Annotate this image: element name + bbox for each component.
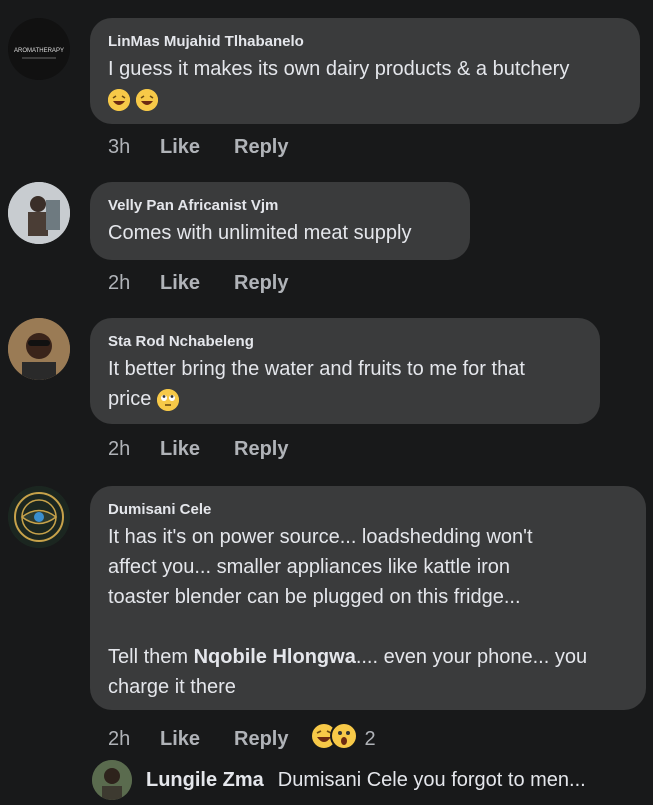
comment-text-line: I guess it makes its own dairy products … (108, 58, 570, 80)
mention-suffix: .... even your phone... you (355, 646, 588, 668)
comment-time[interactable]: 2h (108, 272, 160, 295)
comment-author[interactable]: LinMas Mujahid Tlhabanelo (108, 32, 622, 52)
comment-actions: 2h Like Reply (108, 438, 288, 461)
reply-button[interactable]: Reply (234, 272, 288, 295)
comment-text-line: affect you... smaller appliances like ka… (108, 556, 511, 578)
comment-time[interactable]: 2h (108, 728, 160, 751)
comment-bubble: Dumisani Cele It has it's on power sourc… (90, 486, 646, 710)
mention-link[interactable]: Nqobile Hlongwa (194, 646, 356, 668)
reply-preview[interactable]: Lungile Zma Dumisani Cele you forgot to … (92, 760, 586, 800)
comment-text-line: It better bring the water and fruits to … (108, 358, 525, 380)
reply-button[interactable]: Reply (234, 728, 288, 751)
reply-author[interactable]: Lungile Zma (146, 769, 264, 792)
comment-time[interactable]: 2h (108, 438, 160, 461)
aromatherapy-logo-icon: AROMATHERAPY (8, 18, 70, 80)
comment-author[interactable]: Sta Rod Nchabeleng (108, 332, 582, 352)
avatar-logo-text: AROMATHERAPY (14, 48, 64, 54)
laughing-face-icon (108, 88, 130, 111)
avatar[interactable] (92, 760, 132, 800)
avatar-photo (8, 318, 70, 380)
comment-text-line: It has it's on power source... loadshedd… (108, 526, 533, 548)
comment-bubble: Velly Pan Africanist Vjm Comes with unli… (90, 182, 470, 260)
comment-text: It better bring the water and fruits to … (108, 354, 582, 414)
like-button[interactable]: Like (160, 272, 234, 295)
avatar[interactable] (8, 182, 70, 244)
comment-bubble: LinMas Mujahid Tlhabanelo I guess it mak… (90, 18, 640, 124)
comment-text-line: charge it there (108, 676, 236, 698)
wow-face-icon (330, 722, 359, 756)
comment-actions: 2h Like Reply 2 (108, 722, 376, 756)
comment-time[interactable]: 3h (108, 136, 160, 159)
reply-button[interactable]: Reply (234, 136, 288, 159)
comment-text-line: price (108, 388, 152, 410)
avatar-photo (92, 760, 132, 800)
like-button[interactable]: Like (160, 136, 234, 159)
comment-author[interactable]: Velly Pan Africanist Vjm (108, 196, 452, 216)
like-button[interactable]: Like (160, 728, 234, 751)
avatar[interactable]: AROMATHERAPY (8, 18, 70, 80)
comment-author[interactable]: Dumisani Cele (108, 500, 628, 520)
comment-bubble: Sta Rod Nchabeleng It better bring the w… (90, 318, 600, 424)
avatar-photo (8, 182, 70, 244)
comment-text: Comes with unlimited meat supply (108, 222, 412, 244)
mention-prefix: Tell them (108, 646, 194, 668)
laughing-face-icon (135, 88, 158, 111)
comment-text: It has it's on power source... loadshedd… (108, 522, 628, 702)
avatar[interactable] (8, 486, 70, 548)
avatar[interactable] (8, 318, 70, 380)
reaction-summary[interactable]: 2 (310, 722, 376, 756)
comment-text-line: toaster blender can be plugged on this f… (108, 586, 521, 608)
reply-text: Dumisani Cele you forgot to men... (277, 768, 586, 791)
eye-emblem-icon (8, 486, 70, 548)
comment-actions: 2h Like Reply (108, 272, 288, 295)
eye-roll-face-icon (156, 388, 179, 411)
reaction-count: 2 (364, 727, 376, 750)
reply-button[interactable]: Reply (234, 438, 288, 461)
comment-text: I guess it makes its own dairy products … (108, 54, 622, 114)
comment-actions: 3h Like Reply (108, 136, 288, 159)
like-button[interactable]: Like (160, 438, 234, 461)
